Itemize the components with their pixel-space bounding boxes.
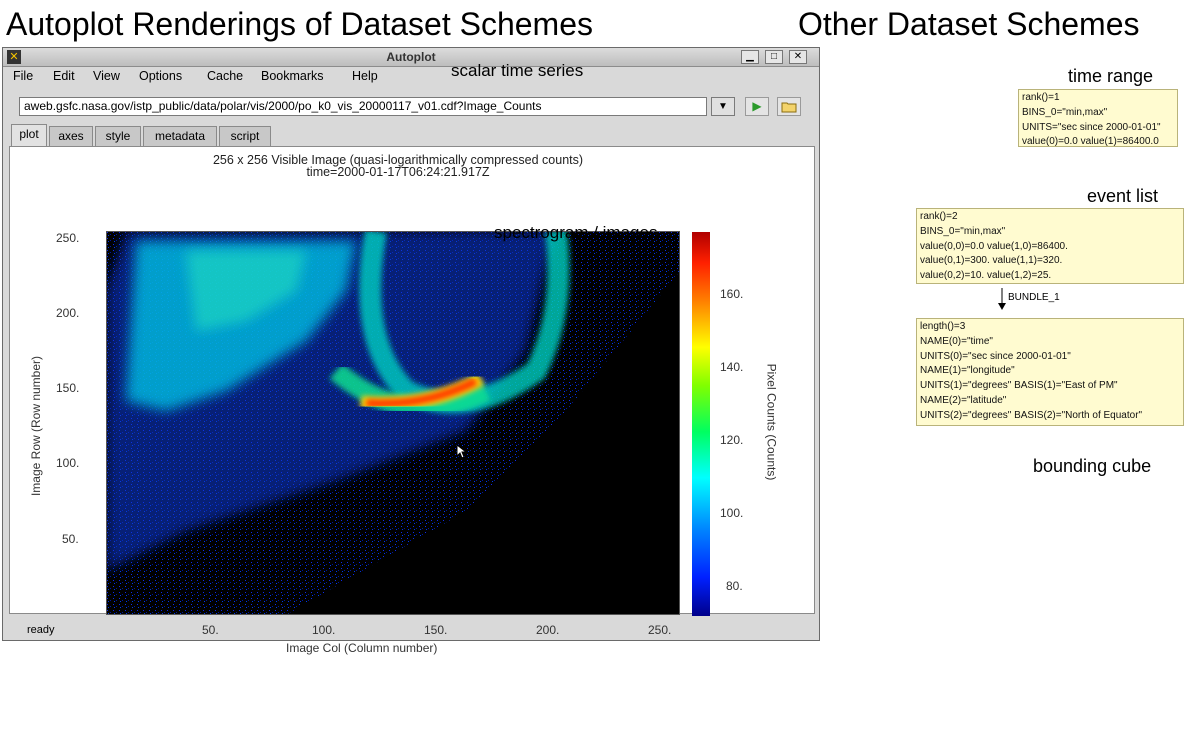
box-line: UNITS(0)="sec since 2000-01-01" (920, 350, 1071, 362)
colorbar (692, 232, 710, 616)
play-icon[interactable]: ▶ (745, 97, 769, 116)
box-line: rank()=1 (1022, 92, 1060, 103)
menu-edit[interactable]: Edit (53, 69, 75, 83)
plot-title-line2: time=2000-01-17T06:24:21.917Z (306, 165, 490, 179)
box-line: NAME(0)="time" (920, 335, 993, 347)
bundle-box: length()=3 NAME(0)="time" UNITS(0)="sec … (916, 318, 1184, 426)
close-icon[interactable]: ✕ (789, 50, 807, 64)
menu-view[interactable]: View (93, 69, 120, 83)
x-tick-label: 200. (536, 623, 560, 637)
image-axes-frame (106, 231, 680, 615)
box-line: value(0)=0.0 value(1)=86400.0 (1022, 136, 1159, 148)
box-line: NAME(2)="latitude" (920, 394, 1007, 406)
tab-plot[interactable]: plot (11, 124, 47, 146)
bundle-label: BUNDLE_1 (1008, 292, 1060, 303)
x-tick-label: 250. (648, 623, 672, 637)
box-line: UNITS="sec since 2000-01-01" (1022, 121, 1161, 133)
tab-style[interactable]: style (95, 126, 141, 146)
tab-metadata[interactable]: metadata (143, 126, 217, 146)
menu-bar: File Edit View Options Cache Bookmarks H… (3, 67, 819, 87)
minimize-icon[interactable]: ▁ (741, 50, 759, 64)
plot-panel[interactable]: 256 x 256 Visible Image (quasi-logarithm… (9, 146, 815, 655)
menu-file[interactable]: File (13, 69, 33, 83)
menu-bookmarks[interactable]: Bookmarks (261, 69, 324, 83)
menu-options[interactable]: Options (139, 69, 182, 83)
x-tick-label: 50. (202, 623, 219, 637)
box-line: value(0,2)=10. value(1,2)=25. (920, 270, 1052, 282)
box-line: BINS_0="min,max" (1022, 106, 1108, 118)
y-axis-label: Image Row (Row number) (29, 355, 44, 497)
window-titlebar[interactable]: ✕ Autoplot ▁ □ ✕ (3, 48, 819, 67)
z-axis-label: Pixel Counts (Counts) (764, 363, 779, 481)
tab-script[interactable]: script (219, 126, 271, 146)
box-line: length()=3 (920, 321, 966, 332)
y-tick-label: 250. (56, 231, 80, 245)
x-tick-label: 150. (424, 623, 448, 637)
y-tick-label: 150. (56, 381, 80, 395)
x-axis-label: Image Col (Column number) (286, 641, 438, 655)
box-line: UNITS(1)="degrees" BASIS(1)="East of PM" (920, 380, 1118, 392)
box-line: NAME(1)="longitude" (920, 365, 1015, 377)
label-time-range: time range (1068, 66, 1154, 86)
z-tick-label: 140. (720, 360, 744, 374)
z-tick-label: 120. (720, 433, 744, 447)
status-bar-text: ready (27, 624, 55, 636)
arrow-down-icon (998, 288, 1006, 310)
mouse-cursor-icon (456, 444, 468, 459)
label-bounding-cube: bounding cube (1033, 456, 1152, 476)
label-event-list: event list (1087, 186, 1159, 206)
menu-help[interactable]: Help (352, 69, 378, 83)
z-tick-label: 100. (720, 506, 744, 520)
tab-axes[interactable]: axes (49, 126, 93, 146)
y-tick-label: 200. (56, 306, 80, 320)
maximize-icon[interactable]: □ (765, 50, 783, 64)
event-list-box: rank()=2 BINS_0="min,max" value(0,0)=0.0… (916, 208, 1184, 284)
box-line: BINS_0="min,max" (920, 225, 1006, 237)
url-history-dropdown-icon[interactable]: ▼ (711, 97, 735, 116)
left-slide-title: Autoplot Renderings of Dataset Schemes (6, 6, 593, 42)
right-slide-title: Other Dataset Schemes (798, 6, 1140, 42)
y-tick-label: 50. (62, 532, 79, 546)
box-line: value(0,0)=0.0 value(1,0)=86400. (920, 240, 1068, 252)
z-tick-label: 80. (726, 579, 743, 593)
window-title: Autoplot (386, 50, 436, 64)
autoplot-window: ✕ Autoplot ▁ □ ✕ File Edit View Options … (2, 47, 820, 655)
time-range-box: rank()=1 BINS_0="min,max" UNITS="sec sin… (1018, 89, 1178, 147)
box-line: UNITS(2)="degrees" BASIS(2)="North of Eq… (920, 409, 1143, 421)
menu-cache[interactable]: Cache (207, 69, 243, 83)
dataset-url-input[interactable]: aweb.gsfc.nasa.gov/istp_public/data/pola… (19, 97, 707, 116)
y-tick-label: 100. (56, 456, 80, 470)
box-line: value(0,1)=300. value(1,1)=320. (920, 255, 1063, 267)
folder-icon[interactable] (777, 97, 801, 116)
label-scalar-time-series: scalar time series (451, 61, 584, 80)
box-line: rank()=2 (920, 211, 958, 222)
z-tick-label: 160. (720, 287, 744, 301)
x-tick-label: 100. (312, 623, 336, 637)
label-spectrogram: spectrogram / images (494, 223, 658, 242)
